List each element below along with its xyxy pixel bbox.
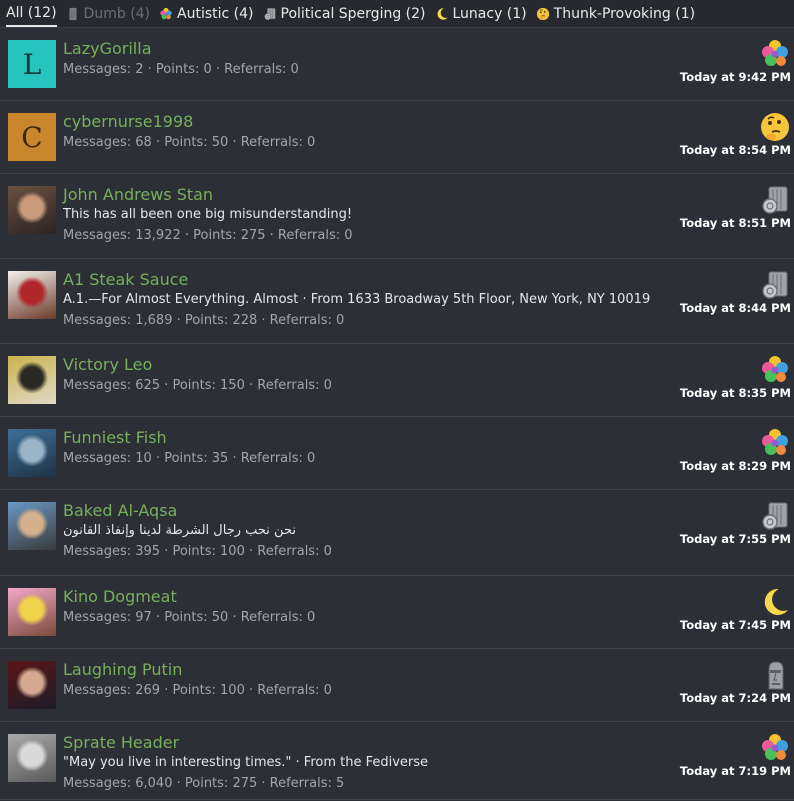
reaction-time: Today at 8:51 PM <box>679 216 791 230</box>
moon-icon <box>435 7 449 21</box>
member-stats: Messages: 625 · Points: 150 · Referrals:… <box>63 378 332 393</box>
avatar[interactable] <box>8 502 56 550</box>
list-item: Kino Dogmeat Messages: 97 · Points: 50 · … <box>0 576 794 649</box>
member-info: A1 Steak Sauce A.1.—For Almost Everything… <box>63 270 654 331</box>
puzzle-icon <box>759 732 791 764</box>
reaction-filter-tabs: All (12) Dumb (4) Autistic (4) Political Sp… <box>0 0 794 28</box>
tab-label: Autistic (4) <box>177 5 254 22</box>
avatar[interactable] <box>8 734 56 782</box>
reaction-time: Today at 8:54 PM <box>679 143 791 157</box>
puzzle-icon <box>759 354 791 386</box>
list-item: Ccybernurse1998 Messages: 68 · Points: 50… <box>0 101 794 174</box>
member-info: Laughing Putin Messages: 269 · Points: 10… <box>63 660 654 701</box>
username-link[interactable]: John Andrews Stan <box>63 185 654 205</box>
tab-label: Thunk-Provoking (1) <box>553 5 696 22</box>
avatar[interactable]: L <box>8 40 56 88</box>
puzzle-icon <box>159 7 173 21</box>
member-stats: Messages: 68 · Points: 50 · Referrals: 0 <box>63 135 316 150</box>
list-item: Baked Al-Aqsa نحن نحب رجال الشرطة لدينا و… <box>0 490 794 576</box>
member-blurb: "May you live in interesting times." · F… <box>63 755 429 770</box>
member-stats: Messages: 13,922 · Points: 275 · Referra… <box>63 228 353 243</box>
username-link[interactable]: Kino Dogmeat <box>63 587 654 607</box>
member-blurb: A.1.—For Almost Everything. Almost · Fro… <box>63 292 651 307</box>
list-item: Laughing Putin Messages: 269 · Points: 10… <box>0 649 794 722</box>
thinking-icon <box>536 7 550 21</box>
moon-icon <box>759 586 791 618</box>
puzzle-icon <box>759 38 791 70</box>
username-link[interactable]: Baked Al-Aqsa <box>63 501 654 521</box>
username-link[interactable]: Laughing Putin <box>63 660 654 680</box>
member-blurb: This has all been one big misunderstandi… <box>63 207 353 222</box>
member-stats: Messages: 269 · Points: 100 · Referrals:… <box>63 683 332 698</box>
member-info: Funniest Fish Messages: 10 · Points: 35 ·… <box>63 428 654 469</box>
reaction-time: Today at 8:44 PM <box>679 301 791 315</box>
member-stats: Messages: 1,689 · Points: 228 · Referral… <box>63 313 345 328</box>
reaction-time: Today at 7:55 PM <box>679 532 791 546</box>
scroll-icon <box>759 500 791 532</box>
avatar[interactable] <box>8 429 56 477</box>
tab-dumb[interactable]: Dumb (4) <box>66 0 150 27</box>
tab-label: Dumb (4) <box>83 5 151 22</box>
avatar[interactable] <box>8 588 56 636</box>
reaction-time: Today at 7:24 PM <box>679 691 791 705</box>
member-stats: Messages: 2 · Points: 0 · Referrals: 0 <box>63 62 299 77</box>
list-item: Victory Leo Messages: 625 · Points: 150 ·… <box>0 344 794 417</box>
member-blurb: نحن نحب رجال الشرطة لدينا وإنفاذ القانون <box>63 523 296 538</box>
reaction-time: Today at 7:19 PM <box>679 764 791 778</box>
username-link[interactable]: Sprate Header <box>63 733 654 753</box>
member-info: Kino Dogmeat Messages: 97 · Points: 50 · … <box>63 587 654 628</box>
tab-lunacy[interactable]: Lunacy (1) <box>435 0 527 27</box>
list-item: John Andrews Stan This has all been one b… <box>0 174 794 259</box>
reaction-time: Today at 8:29 PM <box>679 459 791 473</box>
member-stats: Messages: 97 · Points: 50 · Referrals: 0 <box>63 610 316 625</box>
member-stats: Messages: 10 · Points: 35 · Referrals: 0 <box>63 451 316 466</box>
tab-political-sperging[interactable]: Political Sperging (2) <box>263 0 426 27</box>
list-item: Funniest Fish Messages: 10 · Points: 35 ·… <box>0 417 794 490</box>
member-info: Baked Al-Aqsa نحن نحب رجال الشرطة لدينا و… <box>63 501 654 562</box>
thinking-icon <box>759 111 791 143</box>
reaction-list: L LazyGorilla Messages: 2 · Points: 0 · Re… <box>0 28 794 800</box>
tab-label: Political Sperging (2) <box>280 5 426 22</box>
list-item: A1 Steak Sauce A.1.—For Almost Everything… <box>0 259 794 344</box>
puzzle-icon <box>759 427 791 459</box>
member-info: Sprate Header "May you live in interestin… <box>63 733 654 794</box>
tab-autistic[interactable]: Autistic (4) <box>159 0 254 27</box>
username-link[interactable]: Funniest Fish <box>63 428 654 448</box>
ruler-icon <box>66 7 80 21</box>
list-item: L LazyGorilla Messages: 2 · Points: 0 · Re… <box>0 28 794 101</box>
tab-thunk-provoking[interactable]: Thunk-Provoking (1) <box>536 0 695 27</box>
scroll-icon <box>759 184 791 216</box>
username-link[interactable]: A1 Steak Sauce <box>63 270 654 290</box>
member-stats: Messages: 395 · Points: 100 · Referrals:… <box>63 544 332 559</box>
avatar[interactable] <box>8 356 56 404</box>
username-link[interactable]: cybernurse1998 <box>63 112 654 132</box>
reaction-time: Today at 8:35 PM <box>679 386 791 400</box>
avatar[interactable] <box>8 186 56 234</box>
tab-all[interactable]: All (12) <box>6 0 57 27</box>
scroll-icon <box>759 269 791 301</box>
avatar[interactable] <box>8 271 56 319</box>
username-link[interactable]: Victory Leo <box>63 355 654 375</box>
username-link[interactable]: LazyGorilla <box>63 39 654 59</box>
member-info: John Andrews Stan This has all been one b… <box>63 185 654 246</box>
avatar[interactable] <box>8 661 56 709</box>
moai-icon <box>759 659 791 691</box>
member-info: LazyGorilla Messages: 2 · Points: 0 · Ref… <box>63 39 654 80</box>
reaction-time: Today at 9:42 PM <box>679 70 791 84</box>
reaction-time: Today at 7:45 PM <box>679 618 791 632</box>
tab-label: Lunacy (1) <box>452 5 527 22</box>
member-info: Victory Leo Messages: 625 · Points: 150 ·… <box>63 355 654 396</box>
list-item: Sprate Header "May you live in interestin… <box>0 722 794 800</box>
member-info: cybernurse1998 Messages: 68 · Points: 50 … <box>63 112 654 153</box>
member-stats: Messages: 6,040 · Points: 275 · Referral… <box>63 776 345 791</box>
scroll-icon <box>263 7 277 21</box>
avatar[interactable]: C <box>8 113 56 161</box>
tab-label: All (12) <box>6 4 57 21</box>
